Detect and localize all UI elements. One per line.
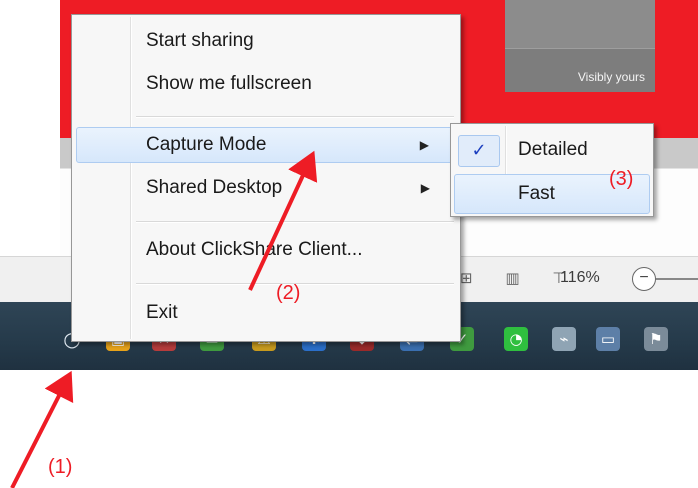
annotation-step-1: (1) xyxy=(48,456,73,478)
annotation-step-2: (2) xyxy=(276,282,301,304)
arrow-step-2 xyxy=(248,150,318,291)
annotation-step-3: (3) xyxy=(609,168,634,190)
annotation-arrows xyxy=(10,150,318,488)
